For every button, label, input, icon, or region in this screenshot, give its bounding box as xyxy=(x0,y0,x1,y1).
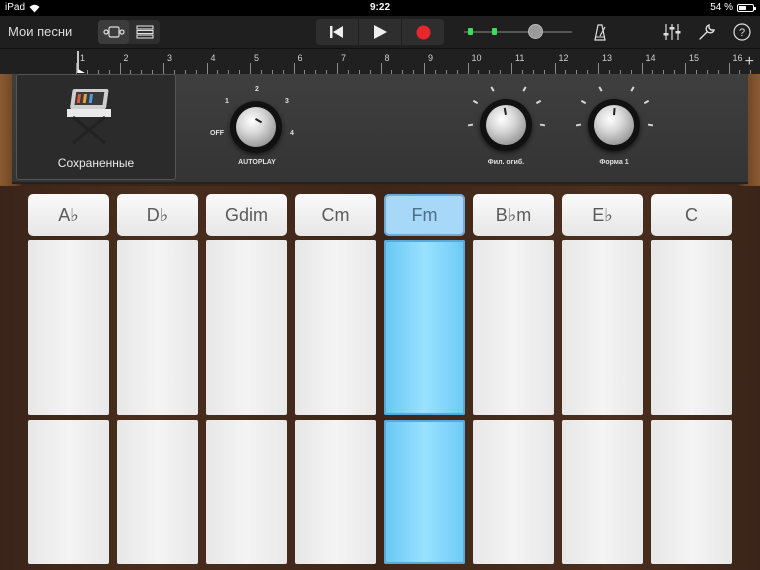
autoplay-3-label: 3 xyxy=(285,98,289,105)
my-songs-button[interactable]: Мои песни xyxy=(8,24,72,39)
view-switcher xyxy=(98,20,160,44)
bar-number: 15 xyxy=(689,53,700,63)
bar-number: 4 xyxy=(210,53,216,63)
filter-envelope-caption: Фил. огиб. xyxy=(487,159,525,166)
bar-number: 14 xyxy=(645,53,656,63)
svg-text:?: ? xyxy=(739,27,745,39)
instrument-view-icon[interactable] xyxy=(98,20,129,44)
battery-icon xyxy=(737,3,756,12)
control-bar: Мои песни ? xyxy=(0,16,760,48)
filter-envelope-knob[interactable] xyxy=(486,105,526,145)
status-right: 54 % xyxy=(710,2,756,13)
chord-pad-lower[interactable] xyxy=(384,420,465,564)
autoplay-off-label: OFF xyxy=(210,130,224,137)
chord-button[interactable]: Cm xyxy=(295,194,376,236)
chord-button[interactable]: B♭m xyxy=(473,194,554,236)
chord-pad-upper[interactable] xyxy=(117,240,198,415)
chord-pad-upper[interactable] xyxy=(28,240,109,415)
bar-number: 12 xyxy=(558,53,569,63)
tracks-view-icon[interactable] xyxy=(129,20,160,44)
chord-pad-upper[interactable] xyxy=(295,240,376,415)
rewind-icon xyxy=(330,26,343,38)
chord-pad-lower[interactable] xyxy=(473,420,554,564)
bar-number: 9 xyxy=(428,53,434,63)
transport-controls xyxy=(316,19,444,45)
chord-pad-lower[interactable] xyxy=(295,420,376,564)
bar-numbers: 1 2 3 4 5 6 7 8 9 10 11 12 13 14 15 16 xyxy=(76,49,752,75)
chord-button[interactable]: A♭ xyxy=(28,194,109,236)
chord-pad-lower[interactable] xyxy=(117,420,198,564)
chord-strips: A♭ D♭ Gdim Cm Fm B♭m E♭ C xyxy=(0,186,760,570)
chord-pad-lower[interactable] xyxy=(206,420,287,564)
rewind-button[interactable] xyxy=(316,19,359,45)
chord-pad-lower[interactable] xyxy=(562,420,643,564)
wrench-icon[interactable] xyxy=(697,22,717,42)
status-bar: iPad 9:22 54 % xyxy=(0,0,760,16)
instrument-panel: Сохраненные OFF 1 2 3 4 AUTOPLAY Фил. ог… xyxy=(12,74,748,184)
level-meter-led xyxy=(492,28,497,35)
autoplay-knob[interactable] xyxy=(236,107,276,147)
play-button[interactable] xyxy=(359,19,402,45)
autoplay-1-label: 1 xyxy=(225,98,229,105)
bar-number: 13 xyxy=(602,53,613,63)
chord-button[interactable]: E♭ xyxy=(562,194,643,236)
clock: 9:22 xyxy=(369,2,390,13)
shape-knob[interactable] xyxy=(594,105,634,145)
bar-number: 8 xyxy=(384,53,390,63)
volume-thumb[interactable] xyxy=(528,24,543,39)
bar-number: 2 xyxy=(123,53,129,63)
chord-pad-upper[interactable] xyxy=(473,240,554,415)
chord-pad-lower[interactable] xyxy=(651,420,732,564)
battery-percent: 54 % xyxy=(710,2,733,13)
bar-number: 11 xyxy=(515,53,525,63)
master-volume-slider[interactable] xyxy=(464,24,574,39)
bar-number: 10 xyxy=(471,53,482,63)
autoplay-4-label: 4 xyxy=(290,130,294,137)
help-icon[interactable]: ? xyxy=(732,22,752,42)
chord-pad-lower[interactable] xyxy=(28,420,109,564)
chord-button[interactable]: D♭ xyxy=(117,194,198,236)
bar-number: 1 xyxy=(80,53,86,63)
chord-pad-upper[interactable] xyxy=(384,240,465,415)
instrument-panel-frame: Сохраненные OFF 1 2 3 4 AUTOPLAY Фил. ог… xyxy=(0,74,760,186)
chord-button[interactable]: Gdim xyxy=(206,194,287,236)
preset-selector[interactable]: Сохраненные xyxy=(16,74,176,180)
metronome-icon[interactable] xyxy=(590,22,610,42)
synthesizer-icon xyxy=(67,89,111,145)
bar-number: 7 xyxy=(341,53,347,63)
chord-button[interactable]: Fm xyxy=(384,194,465,236)
play-icon xyxy=(374,25,387,39)
chord-pad-upper[interactable] xyxy=(562,240,643,415)
chord-button[interactable]: C xyxy=(651,194,732,236)
add-section-button[interactable]: + xyxy=(745,53,754,71)
chord-pad-upper[interactable] xyxy=(206,240,287,415)
autoplay-2-label: 2 xyxy=(255,86,259,93)
record-button[interactable] xyxy=(402,19,444,45)
shape-caption: Форма 1 xyxy=(599,159,629,166)
mixer-icon[interactable] xyxy=(662,22,682,42)
bar-number: 16 xyxy=(732,53,743,63)
timeline-ruler[interactable]: 1 2 3 4 5 6 7 8 9 10 11 12 13 14 15 16 + xyxy=(0,48,760,75)
bar-number: 3 xyxy=(167,53,173,63)
bar-number: 6 xyxy=(297,53,303,63)
level-meter-led xyxy=(468,28,473,35)
preset-name: Сохраненные xyxy=(57,156,135,170)
autoplay-caption: AUTOPLAY xyxy=(238,159,276,166)
chord-pad-upper[interactable] xyxy=(651,240,732,415)
bar-number: 5 xyxy=(254,53,260,63)
record-icon xyxy=(416,25,430,39)
